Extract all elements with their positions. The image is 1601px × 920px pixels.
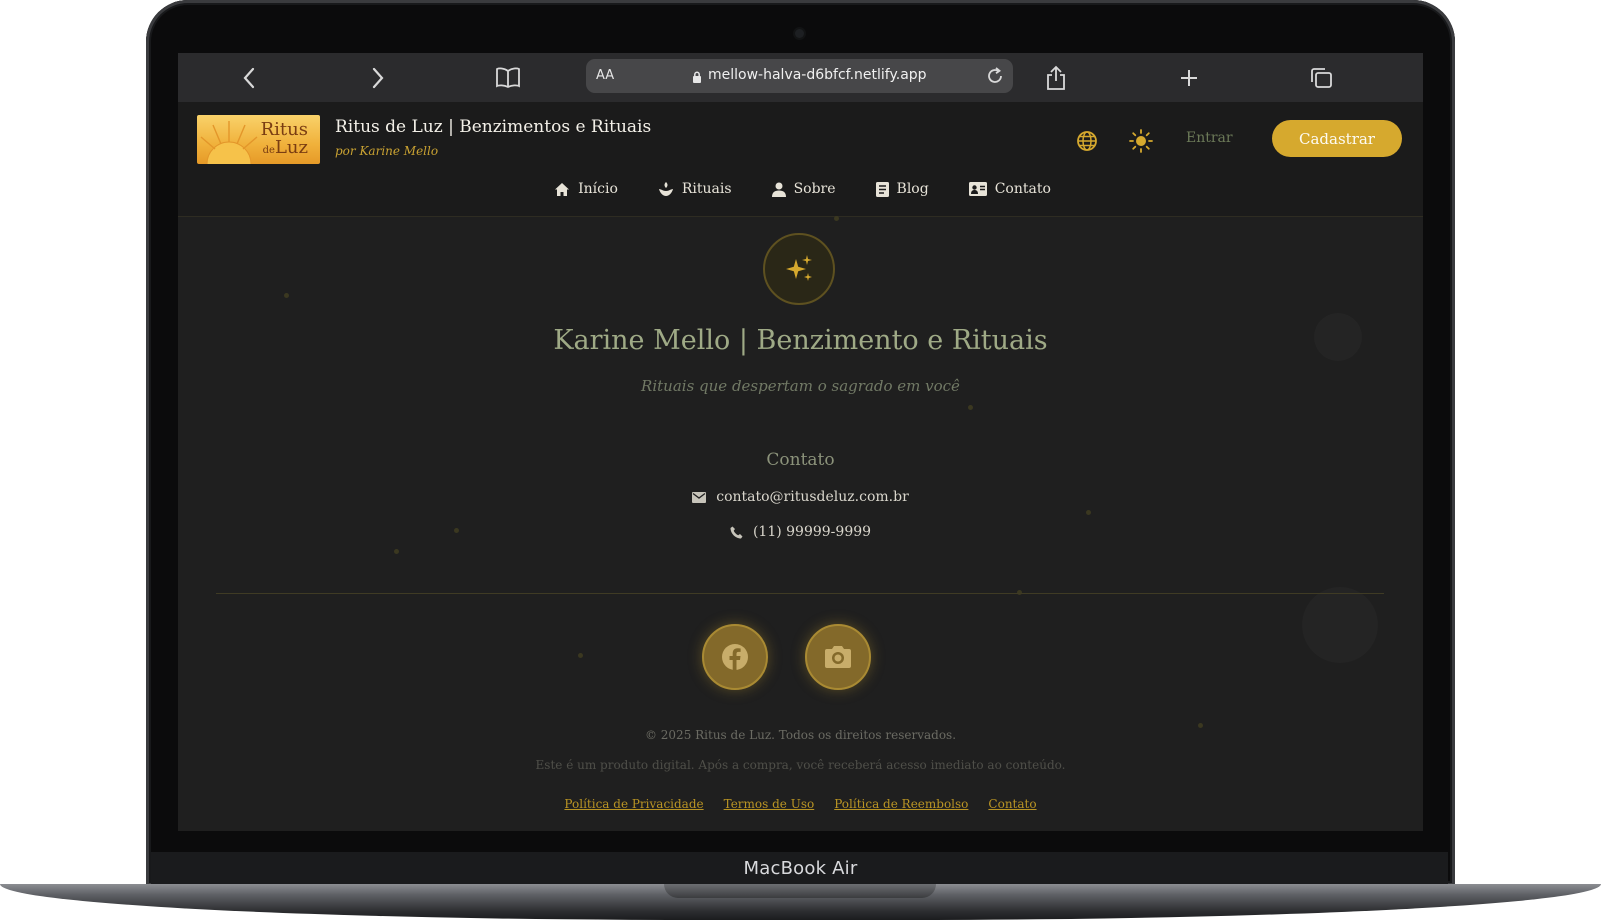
decor-dot <box>578 653 583 658</box>
language-button[interactable] <box>1074 128 1100 154</box>
signup-button[interactable]: Cadastrar <box>1272 120 1402 157</box>
tabs-icon <box>1311 68 1332 88</box>
contact-heading: Contato <box>766 450 835 470</box>
footer-divider <box>216 593 1384 594</box>
hero-subtitle: Rituais que despertam o sagrado em você <box>641 377 960 395</box>
privacy-policy-link[interactable]: Política de Privacidade <box>564 797 703 811</box>
nav-item-sobre[interactable]: Sobre <box>771 181 836 197</box>
instagram-button[interactable] <box>805 624 871 690</box>
contact-phone[interactable]: (11) 99999-9999 <box>178 524 1423 540</box>
plus-icon <box>1181 70 1197 86</box>
laptop-hinge-notch <box>664 884 936 898</box>
device-label: MacBook Air <box>743 858 858 879</box>
person-icon <box>771 182 786 197</box>
nav-item-rituais[interactable]: Rituais <box>658 181 732 197</box>
hero-emblem <box>763 233 835 305</box>
decor-dot <box>968 405 973 410</box>
address-bar[interactable]: AA mellow-halva-d6bfcf.netlify.app <box>586 59 1013 93</box>
share-button[interactable] <box>1038 60 1074 96</box>
nav-item-label: Início <box>578 181 618 197</box>
terms-of-use-link[interactable]: Termos de Uso <box>724 797 815 811</box>
nav-item-label: Sobre <box>793 181 836 197</box>
site-subtitle: por Karine Mello <box>335 144 439 158</box>
home-icon <box>555 182 570 196</box>
nav-item-inicio[interactable]: Início <box>554 181 618 197</box>
facebook-icon <box>722 644 748 670</box>
browser-screen: AA mellow-halva-d6bfcf.netlify.app Ritus… <box>178 53 1423 831</box>
decor-dot <box>394 549 399 554</box>
book-icon <box>496 67 520 89</box>
nav-item-label: Rituais <box>681 181 732 197</box>
decor-dot <box>284 293 289 298</box>
forward-button[interactable] <box>360 60 396 96</box>
share-icon <box>1047 65 1065 90</box>
sparkles-icon <box>786 255 812 281</box>
contact-phone-text: (11) 99999-9999 <box>752 524 872 540</box>
phone-icon <box>730 526 743 538</box>
hand-leaf-icon <box>658 182 673 196</box>
sun-rays-logo-icon <box>200 121 258 164</box>
camera-icon <box>825 646 851 668</box>
contact-email[interactable]: contato@ritusdeluz.com.br <box>178 489 1423 505</box>
lock-icon <box>693 71 701 83</box>
nav-item-contato[interactable]: Contato <box>968 181 1051 197</box>
text-size-button[interactable]: AA <box>596 68 614 83</box>
chevron-right-icon <box>372 67 384 89</box>
camera-dot <box>795 29 804 38</box>
decor-orb <box>1302 587 1378 663</box>
login-link[interactable]: Entrar <box>1186 130 1233 146</box>
decor-dot <box>1086 510 1091 515</box>
decor-dot <box>834 216 839 221</box>
footer-links: Política de Privacidade Termos de Uso Po… <box>178 797 1423 811</box>
hero-title: Karine Mello | Benzimento e Rituais <box>553 325 1048 356</box>
back-button[interactable] <box>231 60 267 96</box>
contact-card-icon <box>968 182 987 196</box>
refund-policy-link[interactable]: Política de Reembolso <box>834 797 968 811</box>
contact-email-text: contato@ritusdeluz.com.br <box>716 489 909 505</box>
footer-contact-link[interactable]: Contato <box>988 797 1036 811</box>
tabs-button[interactable] <box>1303 60 1339 96</box>
bookmarks-button[interactable] <box>490 60 526 96</box>
site-title[interactable]: Ritus de Luz | Benzimentos e Rituais <box>335 117 651 137</box>
theme-toggle-button[interactable] <box>1128 128 1154 154</box>
chevron-left-icon <box>243 67 255 89</box>
url-text: mellow-halva-d6bfcf.netlify.app <box>708 67 927 83</box>
facebook-button[interactable] <box>702 624 768 690</box>
sun-icon <box>1129 129 1153 153</box>
nav-item-label: Contato <box>994 181 1051 197</box>
footer-copyright: © 2025 Ritus de Luz. Todos os direitos r… <box>644 728 957 742</box>
main-nav: Início Rituais Sobre Blog Contato <box>178 181 1423 197</box>
logo-text-luz: Luz <box>274 137 308 158</box>
footer-note: Este é um produto digital. Após a compra… <box>535 758 1066 772</box>
nav-item-blog[interactable]: Blog <box>875 181 929 197</box>
document-icon <box>875 181 889 197</box>
mail-icon <box>692 491 707 503</box>
new-tab-button[interactable] <box>1171 60 1207 96</box>
site-logo[interactable]: Ritus deLuz <box>197 115 320 164</box>
nav-item-label: Blog <box>896 181 929 197</box>
globe-icon <box>1077 131 1097 151</box>
browser-toolbar: AA mellow-halva-d6bfcf.netlify.app <box>178 53 1423 102</box>
reload-icon[interactable] <box>985 66 1005 86</box>
logo-text-de: de <box>262 145 275 156</box>
